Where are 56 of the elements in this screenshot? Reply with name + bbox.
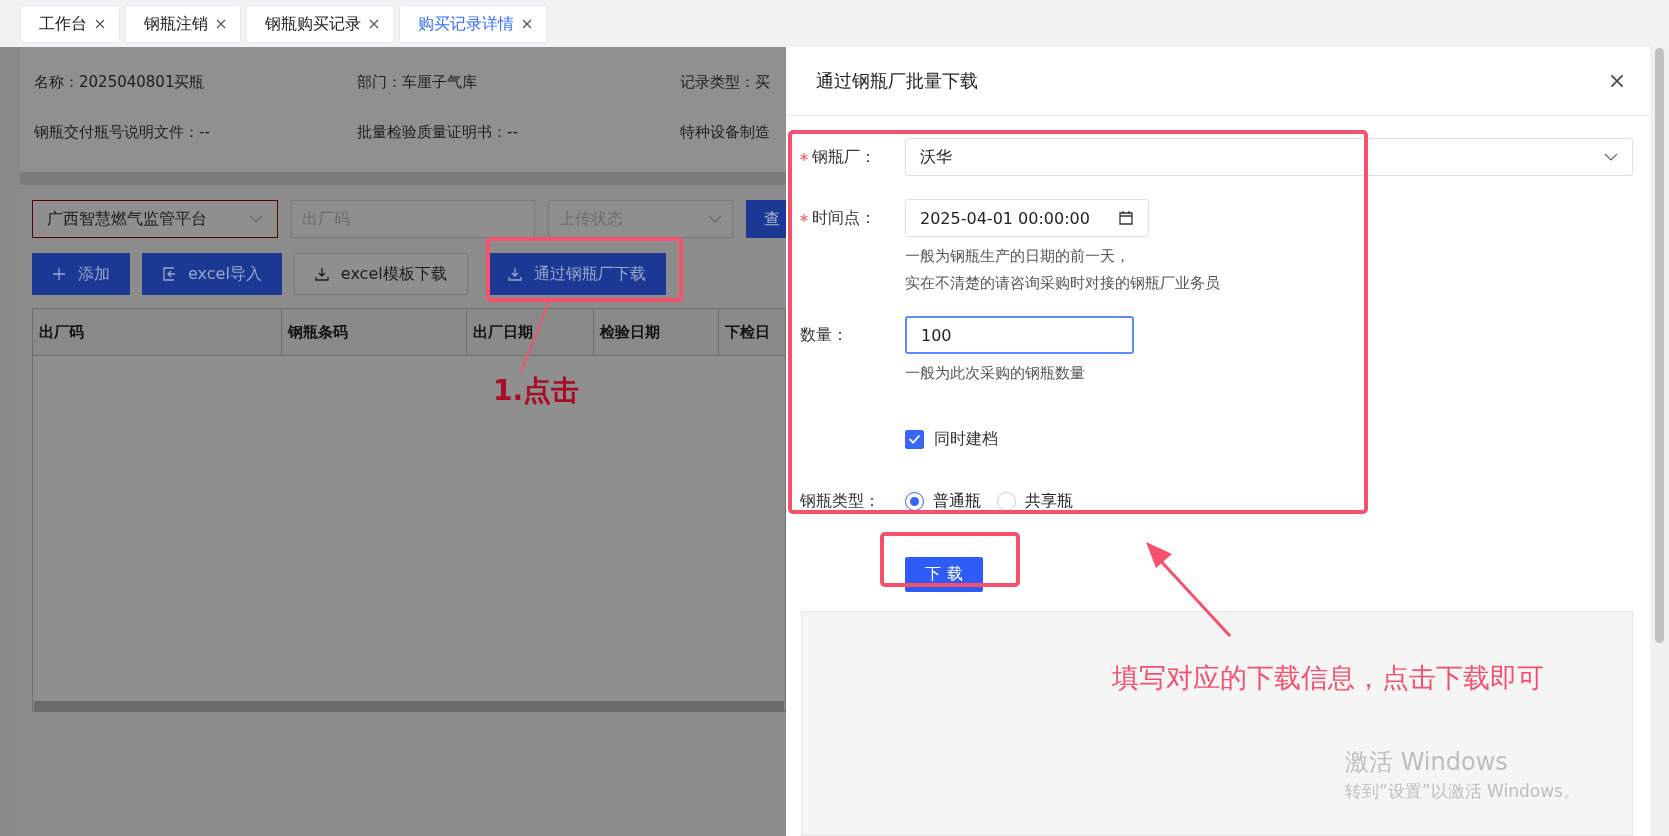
- query-button[interactable]: 查: [746, 200, 786, 238]
- close-icon[interactable]: [95, 19, 105, 29]
- checkbox[interactable]: [905, 429, 924, 449]
- action-button[interactable]: 添加: [32, 253, 130, 295]
- annotation-text: 填写对应的下载信息，点击下载即可: [1112, 661, 1544, 695]
- import-icon: [162, 267, 176, 281]
- action-button[interactable]: excel导入: [142, 253, 282, 295]
- annotation-text: 1.点击: [493, 373, 580, 409]
- calendar-icon: [1118, 210, 1134, 226]
- activation-text: 转到“设置”以激活 Windows。: [1345, 780, 1580, 803]
- radio-label: 共享瓶: [1025, 490, 1073, 512]
- info-text: 批量检验质量证明书：--: [357, 122, 519, 142]
- chevron-down-icon: [1604, 153, 1618, 161]
- info-text: 钢瓶交付瓶号说明文件：--: [34, 122, 211, 142]
- column-header: 检验日期: [594, 309, 719, 355]
- tab[interactable]: 购买记录详情: [399, 5, 547, 43]
- column-header: 出厂码: [33, 309, 282, 355]
- field-label: 钢瓶厂：: [800, 138, 905, 176]
- scrollbar[interactable]: [34, 701, 784, 711]
- scrollbar[interactable]: [1655, 48, 1664, 643]
- select-field[interactable]: 沃华: [905, 138, 1633, 176]
- leader-line: [520, 301, 550, 373]
- help-text: 一般为此次采购的钢瓶数量: [905, 363, 1086, 384]
- close-icon[interactable]: [369, 19, 379, 29]
- plus-icon: [52, 267, 66, 281]
- field-label: 数量：: [800, 323, 849, 346]
- tab[interactable]: 钢瓶注销: [125, 5, 241, 43]
- info-text: 名称：2025040801买瓶: [34, 72, 206, 92]
- close-icon[interactable]: [522, 19, 532, 29]
- action-button[interactable]: 通过钢瓶厂下载: [487, 253, 666, 295]
- field-label: 钢瓶类型：: [800, 490, 881, 512]
- download-icon: [507, 267, 522, 281]
- required-icon: [800, 214, 808, 222]
- chevron-down-icon: [708, 215, 723, 223]
- date-field[interactable]: 2025-04-01 00:00:00: [905, 199, 1149, 237]
- column-header: 出厂日期: [467, 309, 594, 355]
- help-text: 一般为钢瓶生产的日期的前一天， 实在不清楚的请咨询采购时对接的钢瓶厂业务员: [905, 246, 1220, 294]
- close-icon[interactable]: [1610, 74, 1624, 88]
- info-text: 记录类型：买: [680, 72, 770, 92]
- field-label: 时间点：: [800, 199, 905, 237]
- download-icon: [314, 267, 329, 281]
- column-header: 钢瓶条码: [282, 309, 467, 355]
- info-text: 部门：车厘子气库: [357, 72, 478, 92]
- radio-label: 普通瓶: [933, 490, 981, 512]
- close-icon[interactable]: [216, 19, 226, 29]
- required-icon: [800, 153, 808, 161]
- tab[interactable]: 钢瓶购买记录: [246, 5, 394, 43]
- info-text: 特种设备制造: [680, 122, 770, 142]
- quantity-input[interactable]: 100: [905, 316, 1134, 354]
- tab[interactable]: 工作台: [20, 5, 120, 43]
- checkbox-label: 同时建档: [934, 428, 998, 450]
- drawer-title: 通过钢瓶厂批量下载: [816, 69, 978, 93]
- action-button[interactable]: excel模板下载: [293, 253, 468, 295]
- activation-title: 激活 Windows: [1345, 747, 1508, 778]
- platform-select[interactable]: 广西智慧燃气监管平台: [32, 200, 278, 238]
- chevron-down-icon: [248, 215, 263, 223]
